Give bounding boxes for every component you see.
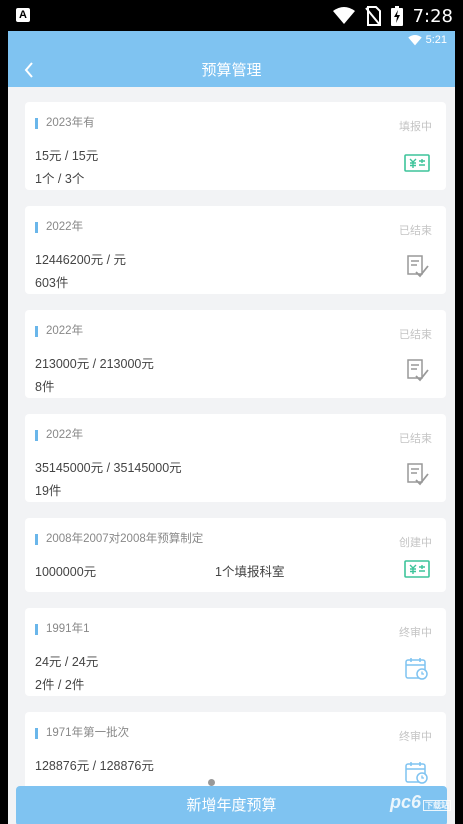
status-time: 7:28 bbox=[412, 5, 453, 27]
card-status: 已结束 bbox=[399, 433, 432, 445]
watermark-small: 下载站 bbox=[423, 800, 451, 811]
document-check-icon bbox=[407, 255, 429, 278]
budget-card[interactable]: 1991年1 终审中 24元 / 24元 2件 / 2件 bbox=[25, 608, 446, 696]
card-status: 已结束 bbox=[399, 329, 432, 341]
card-title: 1971年第一批次 bbox=[35, 727, 129, 739]
inner-status-time: 5:21 bbox=[425, 34, 447, 46]
status-right: 7:28 bbox=[332, 4, 453, 28]
budget-card[interactable]: 2022年 已结束 12446200元 / 元 603件 bbox=[25, 206, 446, 294]
yuan-money-icon bbox=[404, 560, 430, 578]
budget-list: 2023年有 填报中 15元 / 15元 1个 / 3个 2022年 已结束 1… bbox=[8, 87, 455, 824]
card-count: 19件 bbox=[35, 484, 62, 498]
card-amount: 35145000元 / 35145000元 bbox=[35, 461, 182, 475]
card-status: 终审中 bbox=[399, 731, 432, 743]
card-title: 2022年 bbox=[35, 221, 83, 233]
app-header: 5:21 预算管理 bbox=[8, 31, 455, 87]
app-screen: 5:21 预算管理 2023年有 填报中 15元 / 15元 1个 / 3个 2… bbox=[8, 31, 455, 824]
budget-card[interactable]: 2022年 已结束 35145000元 / 35145000元 19件 bbox=[25, 414, 446, 502]
card-count: 2件 / 2件 bbox=[35, 678, 85, 692]
calendar-clock-icon bbox=[405, 762, 428, 784]
inner-wifi-icon bbox=[407, 34, 422, 45]
card-count: 1个 / 3个 bbox=[35, 172, 85, 186]
card-status: 终审中 bbox=[399, 627, 432, 639]
wifi-icon bbox=[332, 7, 355, 24]
scroll-indicator bbox=[208, 779, 215, 786]
card-status: 创建中 bbox=[399, 537, 432, 549]
budget-card[interactable]: 2008年2007对2008年预算制定 创建中 1000000元 1个填报科室 bbox=[25, 518, 446, 592]
card-status: 填报中 bbox=[399, 121, 432, 133]
card-amount: 128876元 / 128876元 bbox=[35, 759, 154, 773]
card-status: 已结束 bbox=[399, 225, 432, 237]
watermark-text: pc6 bbox=[389, 792, 421, 812]
card-count: 603件 bbox=[35, 276, 69, 290]
card-amount: 24元 / 24元 bbox=[35, 655, 99, 669]
calendar-clock-icon bbox=[405, 658, 428, 680]
budget-card[interactable]: 2023年有 填报中 15元 / 15元 1个 / 3个 bbox=[25, 102, 446, 190]
yuan-money-icon bbox=[404, 154, 430, 172]
card-title: 2023年有 bbox=[35, 117, 95, 129]
notification-a-icon: A bbox=[16, 8, 30, 22]
card-amount: 15元 / 15元 bbox=[35, 149, 99, 163]
budget-card[interactable]: 2022年 已结束 213000元 / 213000元 8件 bbox=[25, 310, 446, 398]
card-title: 2022年 bbox=[35, 325, 83, 337]
card-title: 2022年 bbox=[35, 429, 83, 441]
card-count: 8件 bbox=[35, 380, 55, 394]
document-check-icon bbox=[407, 463, 429, 486]
status-bar: A 7:28 bbox=[0, 0, 463, 31]
watermark: pc6 下载站 bbox=[390, 792, 451, 813]
add-annual-budget-button[interactable]: 新增年度预算 bbox=[16, 786, 447, 824]
no-sim-icon bbox=[364, 6, 381, 26]
card-dept-count: 1个填报科室 bbox=[215, 565, 285, 579]
card-title: 1991年1 bbox=[35, 623, 89, 635]
page-title: 预算管理 bbox=[201, 62, 262, 79]
card-amount: 213000元 / 213000元 bbox=[35, 357, 154, 371]
battery-charging-icon bbox=[390, 6, 403, 26]
card-amount: 1000000元 bbox=[35, 565, 97, 579]
card-amount: 12446200元 / 元 bbox=[35, 253, 127, 267]
inner-status-bar: 5:21 bbox=[407, 34, 447, 46]
document-check-icon bbox=[407, 359, 429, 382]
card-title: 2008年2007对2008年预算制定 bbox=[35, 533, 203, 545]
